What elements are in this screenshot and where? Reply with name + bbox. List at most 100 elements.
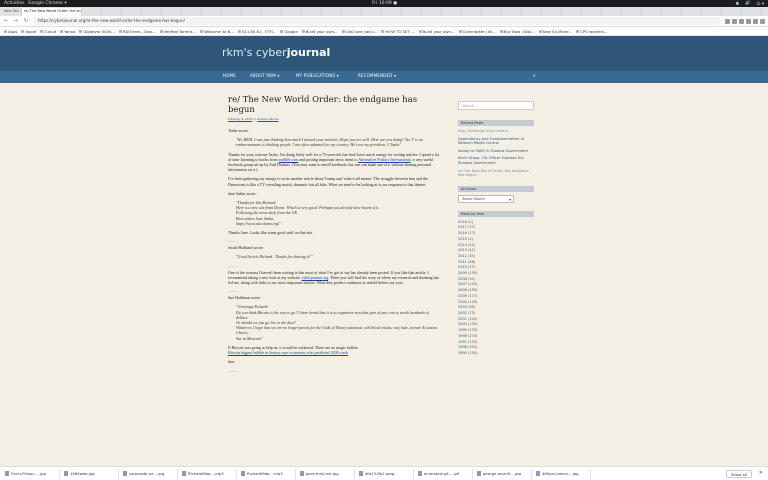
download-item[interactable]: 465px-Lorenz....jpg: [534, 468, 591, 479]
year-link[interactable]: 2002: [458, 311, 467, 315]
browser-tab[interactable]: [382, 8, 402, 16]
year-link[interactable]: 1999: [458, 328, 467, 332]
browser-tab[interactable]: [742, 8, 762, 16]
browser-tab[interactable]: [582, 8, 602, 16]
browser-tab[interactable]: [262, 8, 282, 16]
bookmark-item[interactable]: $11.85,81 - ETH...: [238, 29, 276, 34]
power-icon[interactable]: ⏻ ▾: [757, 1, 764, 7]
year-link[interactable]: 1995: [458, 351, 467, 355]
extension-icon[interactable]: [732, 18, 737, 24]
bookmark-item[interactable]: Yahoo: [60, 29, 75, 34]
volume-icon[interactable]: 🔊: [745, 1, 751, 7]
year-link[interactable]: 2008: [458, 277, 467, 281]
browser-tab[interactable]: [602, 8, 622, 16]
year-link[interactable]: 2011: [458, 260, 467, 264]
archives-select[interactable]: Select Month ▾: [458, 194, 514, 203]
extension-icon[interactable]: [725, 18, 730, 24]
browser-tab[interactable]: [702, 8, 722, 16]
back-icon[interactable]: ←: [3, 18, 9, 24]
year-link[interactable]: 1996: [458, 345, 467, 349]
recent-post-link[interactable]: Dependency and Fundamentalism of Western…: [458, 137, 536, 146]
browser-tab[interactable]: [722, 8, 742, 16]
year-link[interactable]: 1997: [458, 340, 467, 344]
year-link[interactable]: 2010: [458, 265, 467, 269]
browser-tab[interactable]: [322, 8, 342, 16]
search-icon[interactable]: ⌕: [533, 73, 539, 79]
bookmark-item[interactable]: Welcome to N...: [200, 29, 234, 34]
bookmark-item[interactable]: iCloud: [40, 29, 56, 34]
download-item[interactable]: 1984web.jpg: [62, 468, 119, 479]
extension-icon[interactable]: [753, 18, 758, 24]
recent-post-link[interactable]: Kevin Shipp: CIA Officer Exposes the Sha…: [458, 156, 536, 165]
browser-tab[interactable]: [302, 8, 322, 16]
site-title[interactable]: rkm's cyberjournal: [222, 46, 330, 59]
year-link[interactable]: 2014: [458, 243, 467, 247]
extension-icon[interactable]: [739, 18, 744, 24]
download-item[interactable]: george-morri5....jpg: [475, 468, 532, 479]
post-date-link[interactable]: February 4, 2018: [228, 117, 252, 121]
activities-button[interactable]: Activities: [4, 1, 28, 6]
nav-home[interactable]: HOME: [223, 73, 236, 78]
browser-tab[interactable]: [142, 8, 162, 16]
download-item[interactable]: corporate-ne....jpg: [121, 468, 178, 479]
system-tray[interactable]: ▲ 🔊 ⏻ ▾: [736, 1, 764, 7]
browser-tab[interactable]: [342, 8, 362, 16]
year-link[interactable]: 2001: [458, 317, 467, 321]
download-item[interactable]: dfa13-ffp2.jpeg: [357, 468, 414, 479]
nav-publications[interactable]: MY PUBLICATIONS ▾: [296, 73, 339, 78]
bookmark-item[interactable]: Coinmarket | Bi...: [458, 29, 496, 34]
browser-tab[interactable]: [242, 8, 262, 16]
close-icon[interactable]: ✕: [759, 470, 763, 476]
address-bar[interactable]: https://cyberjournal.org/re-the-new-worl…: [33, 17, 721, 25]
browser-tab[interactable]: [522, 8, 542, 16]
recent-post-link[interactable]: dialog re/ NWO & Shadow Government: [458, 149, 536, 154]
menu-icon[interactable]: [760, 18, 765, 24]
download-item[interactable]: Flickr-Prison-....jpg: [3, 468, 60, 479]
browser-tab[interactable]: [162, 8, 182, 16]
browser-tab[interactable]: [122, 8, 142, 16]
bookmark-item[interactable]: Verified Torrent...: [159, 29, 196, 34]
browser-tab[interactable]: [282, 8, 302, 16]
bookmark-item[interactable]: Gigabyte 5000...: [79, 29, 115, 34]
nav-recommended[interactable]: RECOMMENDED ▾: [358, 73, 396, 78]
bookmark-item[interactable]: Apps: [4, 29, 17, 34]
download-item[interactable]: animated-gif-....gif: [416, 468, 473, 479]
bookmark-item[interactable]: RAITimes - Dep...: [119, 29, 156, 34]
browser-tab[interactable]: [642, 8, 662, 16]
browser-tab[interactable]: [682, 8, 702, 16]
bookmark-item[interactable]: HOW TO SET ...: [381, 29, 415, 34]
year-link[interactable]: 2012: [458, 254, 467, 258]
browser-tab[interactable]: [622, 8, 642, 16]
bookmark-item[interactable]: Apple: [21, 29, 36, 34]
bookmark-item[interactable]: Google: [280, 29, 298, 34]
download-item[interactable]: RichardMoo....mp3: [180, 468, 237, 479]
show-all-button[interactable]: Show all: [726, 470, 752, 478]
year-link[interactable]: 2004: [458, 300, 467, 304]
nav-about[interactable]: ABOUT RKM ▾: [250, 73, 280, 78]
recent-post-link[interactable]: re/ The New World Order: the endgame has…: [458, 169, 536, 178]
bookmark-item[interactable]: Build your own...: [418, 29, 455, 34]
browser-tab[interactable]: [362, 8, 382, 16]
bookmark-item[interactable]: Buy Now | Bitz...: [499, 29, 535, 34]
download-item[interactable]: gore-mini-me.jpg: [298, 468, 355, 479]
bookmark-item[interactable]: OAG size calcu...: [341, 29, 377, 34]
browser-tab[interactable]: [182, 8, 202, 16]
browser-tab[interactable]: [442, 8, 462, 16]
bookmark-item[interactable]: New Ex-Miner...: [538, 29, 572, 34]
year-link[interactable]: 2018: [458, 220, 467, 224]
year-link[interactable]: 2003: [458, 305, 467, 309]
bitcoin-link[interactable]: Bitcoin biggest bubble in history says e…: [228, 350, 348, 355]
network-icon[interactable]: ▲: [736, 1, 739, 7]
download-item[interactable]: RichardMoo....mp3: [239, 468, 296, 479]
browser-tab[interactable]: [562, 8, 582, 16]
bookmark-item[interactable]: Build your own...: [301, 29, 338, 34]
forward-icon[interactable]: →: [13, 18, 19, 24]
recent-post-link[interactable]: Ireg: Greetings from Ireland: [458, 129, 536, 134]
year-link[interactable]: 2000: [458, 322, 467, 326]
year-link[interactable]: 2006: [458, 288, 467, 292]
browser-tab[interactable]: re/ The New World Order: the endgame has…: [22, 8, 82, 16]
browser-tab[interactable]: [662, 8, 682, 16]
author-link[interactable]: Richard Moore: [257, 117, 278, 121]
browser-tab[interactable]: [102, 8, 122, 16]
year-link[interactable]: 2013: [458, 248, 467, 252]
